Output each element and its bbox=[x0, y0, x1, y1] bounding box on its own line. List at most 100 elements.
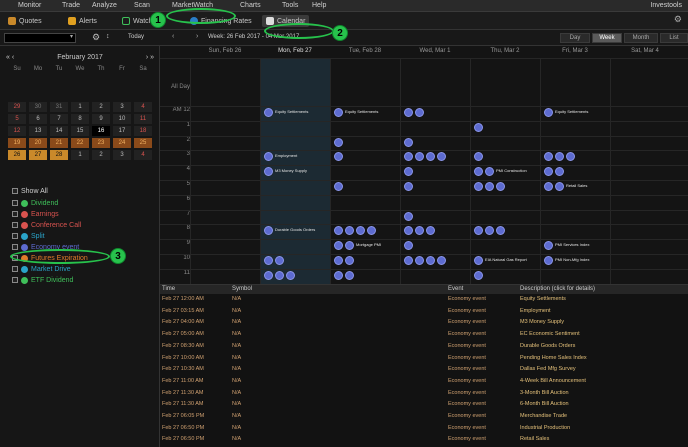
calendar-event-dot[interactable] bbox=[555, 182, 564, 191]
mini-calendar-day[interactable]: 16 bbox=[92, 126, 110, 136]
checkbox[interactable] bbox=[12, 277, 18, 283]
calendar-event-dot[interactable] bbox=[345, 241, 354, 251]
calendar-event-dot[interactable] bbox=[474, 122, 483, 132]
table-row[interactable]: Feb 27 12:00 AM N/A Economy event Equity Se… bbox=[160, 295, 688, 303]
mini-calendar-day[interactable]: 4 bbox=[134, 102, 152, 112]
chevron-down-icon[interactable]: ▾ bbox=[70, 33, 73, 40]
calendar-event-dot[interactable] bbox=[334, 152, 343, 162]
mini-calendar-day[interactable]: 7 bbox=[50, 114, 68, 124]
table-row[interactable]: Feb 27 06:05 PM N/A Economy event Merchandi… bbox=[160, 412, 688, 420]
mini-calendar-day[interactable]: 8 bbox=[71, 114, 89, 124]
calendar-event-dot[interactable] bbox=[496, 182, 505, 191]
calendar-event-dot[interactable] bbox=[334, 137, 343, 147]
tab-quotes[interactable]: Quotes bbox=[8, 15, 42, 27]
prev-year-icon[interactable]: « ‹ bbox=[6, 54, 14, 61]
calendar-event-dot[interactable] bbox=[415, 256, 424, 265]
mini-calendar-day[interactable]: 9 bbox=[92, 114, 110, 124]
table-row[interactable]: Feb 27 11:00 AM N/A Economy event 4-Week Bi… bbox=[160, 377, 688, 385]
calendar-event-dot[interactable] bbox=[555, 167, 564, 177]
view-day-button[interactable]: Day bbox=[560, 33, 590, 43]
calendar-event-dot[interactable] bbox=[345, 256, 354, 265]
calendar-event-dot[interactable] bbox=[426, 152, 435, 162]
calendar-event-dot[interactable] bbox=[474, 152, 483, 162]
mini-calendar-day[interactable]: 29 bbox=[8, 102, 26, 112]
calendar-event-dot[interactable] bbox=[474, 167, 483, 177]
mini-calendar-day[interactable]: 26 bbox=[8, 150, 26, 160]
calendar-event-dot[interactable] bbox=[544, 167, 553, 177]
day-column-header[interactable]: Mon, Feb 27 bbox=[260, 48, 330, 58]
calendar-event-dot[interactable] bbox=[415, 108, 424, 117]
calendar-event-dot[interactable] bbox=[485, 182, 494, 191]
next-arrow-icon[interactable]: › bbox=[196, 33, 198, 40]
calendar-event-dot[interactable] bbox=[345, 226, 354, 236]
calendar-event-dot[interactable] bbox=[404, 167, 413, 177]
calendar-event-dot[interactable] bbox=[334, 270, 343, 280]
checkbox[interactable] bbox=[12, 188, 18, 194]
calendar-event-dot[interactable] bbox=[404, 108, 413, 117]
view-month-button[interactable]: Month bbox=[624, 33, 658, 43]
calendar-event-dot[interactable] bbox=[474, 226, 483, 236]
calendar-event-dot[interactable] bbox=[334, 241, 343, 251]
calendar-event-label[interactable]: Retail Sales bbox=[566, 183, 587, 188]
menu-help[interactable]: Help bbox=[312, 2, 326, 9]
calendar-event-dot[interactable] bbox=[415, 152, 424, 162]
prev-arrow-icon[interactable]: ‹ bbox=[172, 33, 174, 40]
calendar-event-dot[interactable] bbox=[544, 152, 553, 162]
column-header-time[interactable]: Time bbox=[160, 285, 230, 294]
calendar-event-dot[interactable] bbox=[334, 182, 343, 191]
calendar-event-label[interactable]: M3 Money Supply bbox=[275, 168, 307, 173]
calendar-event-label[interactable]: Equity Settlements bbox=[345, 109, 378, 114]
calendar-event-dot[interactable] bbox=[404, 226, 413, 236]
mini-calendar-day[interactable]: 3 bbox=[113, 150, 131, 160]
table-row[interactable]: Feb 27 06:50 PM N/A Economy event Retail Sa… bbox=[160, 435, 688, 443]
table-row[interactable]: Feb 27 11:30 AM N/A Economy event 6-Month B… bbox=[160, 400, 688, 408]
calendar-event-dot[interactable] bbox=[485, 167, 494, 177]
mini-calendar-day[interactable]: 12 bbox=[8, 126, 26, 136]
mini-calendar-day[interactable]: 1 bbox=[71, 102, 89, 112]
calendar-event-dot[interactable] bbox=[275, 256, 284, 265]
calendar-event-dot[interactable] bbox=[264, 270, 273, 280]
checkbox[interactable] bbox=[12, 211, 18, 217]
column-header-event[interactable]: Event bbox=[446, 285, 518, 294]
calendar-event-dot[interactable] bbox=[426, 226, 435, 236]
calendar-event-label[interactable]: PMI Construction bbox=[496, 168, 527, 173]
view-list-button[interactable]: List bbox=[660, 33, 688, 43]
calendar-event-label[interactable]: Equity Settlements bbox=[555, 109, 588, 114]
calendar-event-dot[interactable] bbox=[426, 256, 435, 265]
menu-tools[interactable]: Tools bbox=[282, 2, 298, 9]
calendar-event-dot[interactable] bbox=[474, 182, 483, 191]
mini-calendar-day[interactable]: 15 bbox=[71, 126, 89, 136]
filter-item[interactable]: ETF Dividend bbox=[12, 275, 73, 285]
calendar-event-dot[interactable] bbox=[566, 152, 575, 162]
calendar-event-dot[interactable] bbox=[404, 152, 413, 162]
checkbox[interactable] bbox=[12, 266, 18, 272]
settings-icon[interactable]: ⚙ bbox=[674, 14, 682, 25]
calendar-event-dot[interactable] bbox=[474, 256, 483, 265]
calendar-event-label[interactable]: Employment bbox=[275, 153, 297, 158]
calendar-event-label[interactable]: PMI Non-Mfg Index bbox=[555, 257, 589, 262]
calendar-event-label[interactable]: Mortgage PMI bbox=[356, 242, 381, 247]
calendar-event-dot[interactable] bbox=[544, 182, 553, 191]
mini-calendar-day[interactable]: 21 bbox=[50, 138, 68, 148]
checkbox[interactable] bbox=[12, 222, 18, 228]
filter-item[interactable]: Dividend bbox=[12, 198, 58, 208]
calendar-event-dot[interactable] bbox=[544, 256, 553, 265]
menu-trade[interactable]: Trade bbox=[62, 2, 80, 9]
sort-icon[interactable]: ↕ bbox=[106, 33, 110, 40]
today-button[interactable]: Today bbox=[128, 34, 144, 40]
mini-calendar-day[interactable]: 11 bbox=[134, 114, 152, 124]
mini-calendar-day[interactable]: 23 bbox=[92, 138, 110, 148]
mini-calendar-day[interactable]: 17 bbox=[113, 126, 131, 136]
table-row[interactable]: Feb 27 08:30 AM N/A Economy event Durable G… bbox=[160, 342, 688, 350]
calendar-event-label[interactable]: Durable Goods Orders bbox=[275, 227, 315, 232]
calendar-event-dot[interactable] bbox=[437, 256, 446, 265]
calendar-event-dot[interactable] bbox=[334, 256, 343, 265]
calendar-event-dot[interactable] bbox=[404, 211, 413, 221]
table-row[interactable]: Feb 27 05:00 AM N/A Economy event EC Econom… bbox=[160, 330, 688, 338]
checkbox[interactable] bbox=[12, 244, 18, 250]
mini-calendar-day[interactable]: 19 bbox=[8, 138, 26, 148]
column-header-symbol[interactable]: Symbol bbox=[230, 285, 446, 294]
mini-calendar-day[interactable]: 31 bbox=[50, 102, 68, 112]
day-column-header[interactable]: Fri, Mar 3 bbox=[540, 48, 610, 58]
calendar-event-dot[interactable] bbox=[404, 256, 413, 265]
